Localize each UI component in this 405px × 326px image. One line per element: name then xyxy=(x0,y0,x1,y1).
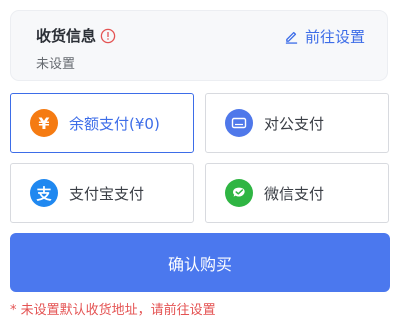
goto-settings-link[interactable]: 前往设置 xyxy=(284,26,365,47)
payment-option-wechat[interactable]: 微信支付 xyxy=(205,163,389,223)
alipay-icon: 支 xyxy=(30,179,58,207)
payment-option-balance[interactable]: ¥ 余额支付(¥0) xyxy=(10,93,194,153)
shipping-info-card: 收货信息 未设置 前往设置 xyxy=(10,10,388,81)
payment-option-label: 余额支付(¥0) xyxy=(69,114,160,133)
edit-icon xyxy=(285,31,298,44)
card-icon xyxy=(225,109,253,137)
payment-option-corporate[interactable]: 对公支付 xyxy=(205,93,389,153)
payment-option-label: 微信支付 xyxy=(264,184,325,203)
payment-option-label: 对公支付 xyxy=(264,114,325,133)
warning-icon xyxy=(100,28,116,43)
shipping-title-row: 收货信息 xyxy=(36,25,116,46)
payment-option-alipay[interactable]: 支 支付宝支付 xyxy=(10,163,194,223)
shipping-status: 未设置 xyxy=(36,57,76,72)
confirm-purchase-button[interactable]: 确认购买 xyxy=(10,233,390,292)
payment-option-label: 支付宝支付 xyxy=(69,184,145,203)
address-hint: * 未设置默认收货地址，请前往设置 xyxy=(10,303,216,318)
goto-settings-label: 前往设置 xyxy=(304,28,365,46)
shipping-title: 收货信息 xyxy=(36,27,97,45)
wechat-pay-icon xyxy=(225,179,253,207)
yen-icon: ¥ xyxy=(30,109,58,137)
